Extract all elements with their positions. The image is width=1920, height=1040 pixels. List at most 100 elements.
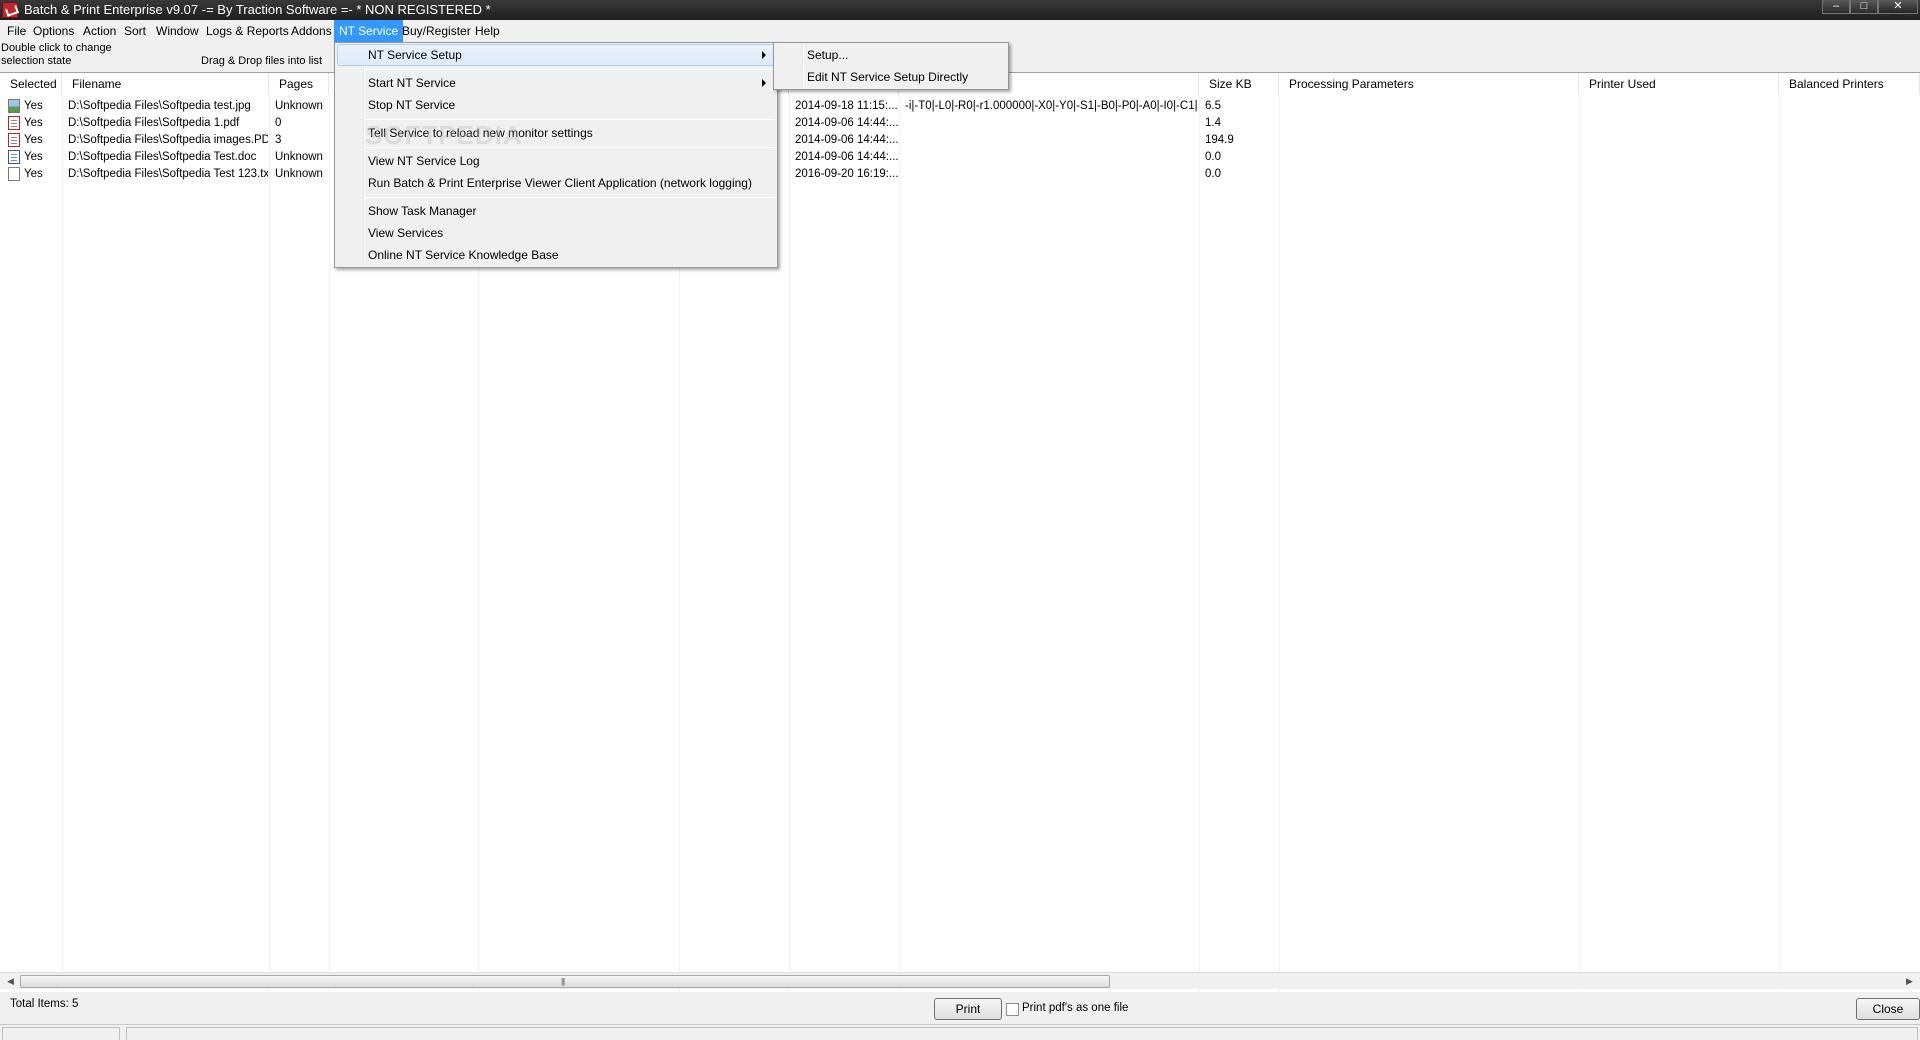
cell-date: 2016-09-20 16:19:... [795, 168, 899, 180]
maximize-button[interactable]: □ [1850, 0, 1878, 14]
image-file-icon [8, 99, 20, 113]
cell-date: 2014-09-06 14:44:... [795, 134, 899, 146]
menu-options[interactable]: Options [28, 20, 79, 42]
menu-buy-register[interactable]: Buy/Register [397, 20, 476, 42]
title-bar: Batch & Print Enterprise v9.07 -= By Tra… [0, 0, 1920, 20]
menu-sort[interactable]: Sort [119, 20, 151, 42]
column-processing-parameters[interactable]: Processing Parameters [1279, 73, 1579, 95]
menu-bar: File Options Action Sort Window Logs & R… [0, 20, 1920, 42]
nt-service-setup-submenu: Setup... Edit NT Service Setup Directly [773, 42, 1009, 90]
cell-pages: 3 [275, 134, 282, 146]
cell-selected: Yes [24, 168, 43, 180]
menu-item-nt-service-setup[interactable]: NT Service Setup [337, 44, 775, 66]
cell-selected: Yes [24, 100, 43, 112]
app-icon[interactable] [2, 2, 18, 18]
column-filename[interactable]: Filename [62, 73, 269, 95]
menu-item-label: View NT Service Log [368, 154, 480, 168]
cell-pages: 0 [275, 117, 282, 129]
menu-item-setup[interactable]: Setup... [776, 44, 1006, 66]
window-title: Batch & Print Enterprise v9.07 -= By Tra… [24, 2, 491, 17]
close-window-button[interactable]: ✕ [1878, 0, 1918, 14]
print-button[interactable]: Print [934, 998, 1002, 1020]
cell-filename: D:\Softpedia Files\Softpedia 1.pdf [68, 117, 240, 129]
menu-item-label: Setup... [807, 48, 849, 62]
grid-line [1779, 95, 1780, 993]
cell-filename: D:\Softpedia Files\Softpedia test.jpg [68, 100, 251, 112]
watermark: SOFTPEDIA [365, 120, 523, 150]
menu-item-show-task-manager[interactable]: Show Task Manager [337, 200, 775, 222]
nt-service-menu: NT Service Setup Start NT Service Stop N… [334, 42, 778, 268]
grid-line [329, 95, 330, 993]
cell-size: 1.4 [1205, 117, 1221, 129]
grid-line [1279, 95, 1280, 993]
cell-date: 2014-09-06 14:44:... [795, 117, 899, 129]
submenu-arrow-icon [762, 51, 766, 59]
menu-nt-service[interactable]: NT Service [334, 20, 404, 42]
cell-selected: Yes [24, 151, 43, 163]
cell-size: 194.9 [1205, 134, 1234, 146]
menu-logs-reports[interactable]: Logs & Reports [201, 20, 294, 42]
column-size-kb[interactable]: Size KB [1199, 73, 1279, 95]
drag-drop-hint: Drag & Drop files into list [201, 55, 323, 67]
horizontal-scrollbar[interactable]: ◀ ||| ▶ [0, 972, 1920, 989]
cell-size: 6.5 [1205, 100, 1221, 112]
menu-item-online-knowledge-base[interactable]: Online NT Service Knowledge Base [337, 244, 775, 266]
minimize-button[interactable]: ‒ [1822, 0, 1850, 14]
cell-params: -i|-T0|-L0|-R0|-r1.000000|-X0|-Y0|-S1|-B… [905, 100, 1197, 112]
column-balanced-printers[interactable]: Balanced Printers [1779, 73, 1920, 95]
grip-icon: ||| [561, 977, 565, 986]
column-selected[interactable]: Selected [0, 73, 62, 95]
menu-separator [365, 197, 775, 198]
grid-line [789, 95, 790, 993]
menu-item-label: View Services [368, 226, 444, 240]
grid-line [1199, 95, 1200, 993]
cell-selected: Yes [24, 134, 43, 146]
print-pdfs-one-file-label[interactable]: Print pdf's as one file [1022, 1002, 1128, 1014]
status-pane-2 [126, 1027, 1918, 1040]
menu-item-start-nt-service[interactable]: Start NT Service [337, 72, 775, 94]
scroll-right-arrow-icon[interactable]: ▶ [1901, 975, 1918, 988]
cell-pages: Unknown [275, 100, 323, 112]
cell-filename: D:\Softpedia Files\Softpedia images.PDF [68, 134, 268, 146]
menu-item-view-services[interactable]: View Services [337, 222, 775, 244]
grid-line [269, 95, 270, 993]
menu-item-label: Stop NT Service [368, 98, 456, 112]
selection-state-hint: selection state [1, 55, 72, 67]
menu-file[interactable]: File [2, 20, 31, 42]
close-button[interactable]: Close [1856, 998, 1920, 1020]
menu-item-label: Online NT Service Knowledge Base [368, 248, 559, 262]
status-bar [0, 1024, 1920, 1040]
submenu-arrow-icon [762, 79, 766, 87]
text-file-icon [8, 167, 20, 181]
print-pdfs-one-file-checkbox[interactable] [1006, 1003, 1019, 1016]
double-click-hint: Double click to change [1, 42, 112, 54]
menu-addons[interactable]: Addons [286, 20, 337, 42]
total-items-label: Total Items: 5 [10, 998, 79, 1010]
cell-date: 2014-09-06 14:44:... [795, 151, 899, 163]
grid-line [899, 95, 900, 993]
menu-item-run-viewer-client[interactable]: Run Batch & Print Enterprise Viewer Clie… [337, 172, 775, 194]
cell-size: 0.0 [1205, 168, 1221, 180]
menu-window[interactable]: Window [151, 20, 204, 42]
scroll-left-arrow-icon[interactable]: ◀ [2, 975, 19, 988]
cell-pages: Unknown [275, 151, 323, 163]
menu-item-view-nt-service-log[interactable]: View NT Service Log [337, 150, 775, 172]
menu-item-label: Edit NT Service Setup Directly [807, 70, 969, 84]
menu-item-stop-nt-service[interactable]: Stop NT Service [337, 94, 775, 116]
cell-selected: Yes [24, 117, 43, 129]
menu-item-label: Show Task Manager [368, 204, 477, 218]
scrollbar-thumb[interactable]: ||| [20, 975, 1110, 988]
cell-size: 0.0 [1205, 151, 1221, 163]
menu-item-label: Start NT Service [368, 76, 456, 90]
grid-line [62, 95, 63, 993]
menu-action[interactable]: Action [78, 20, 121, 42]
column-printer-used[interactable]: Printer Used [1579, 73, 1779, 95]
menu-help[interactable]: Help [470, 20, 505, 42]
column-pages[interactable]: Pages [269, 73, 329, 95]
cell-filename: D:\Softpedia Files\Softpedia Test.doc [68, 151, 257, 163]
menu-item-edit-setup-directly[interactable]: Edit NT Service Setup Directly [776, 66, 1006, 88]
menu-separator [365, 69, 775, 70]
grid-line [1579, 95, 1580, 993]
cell-filename: D:\Softpedia Files\Softpedia Test 123.tx… [68, 168, 268, 180]
file-list[interactable]: Selected Filename Pages Size KB Processi… [0, 72, 1920, 993]
